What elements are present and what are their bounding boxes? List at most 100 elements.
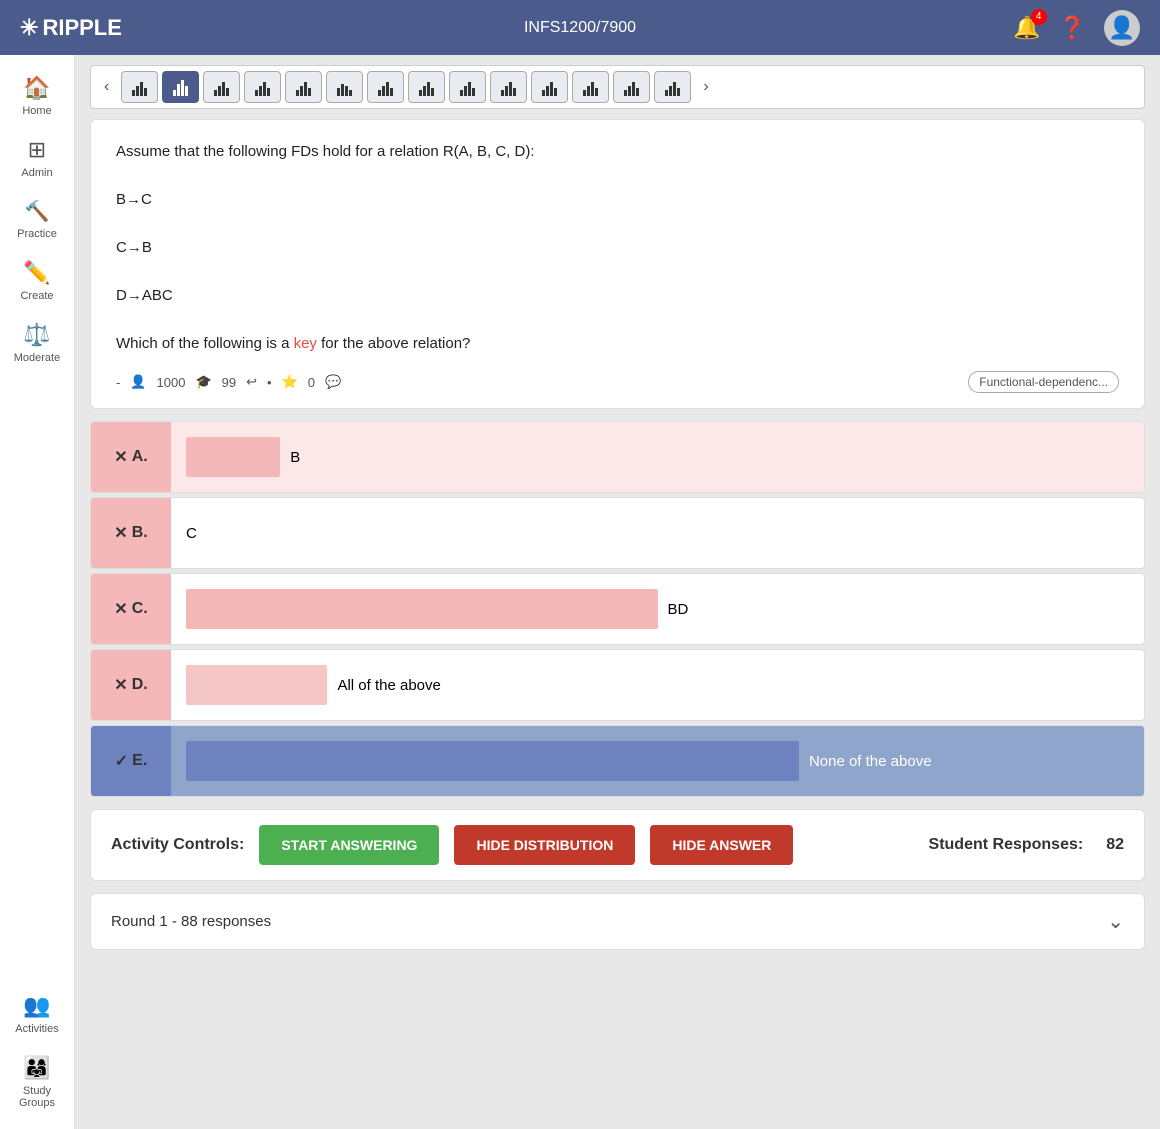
- admin-icon: ⊞: [28, 137, 46, 163]
- main-content: ‹: [75, 55, 1160, 1129]
- option-e-letter: E.: [132, 752, 147, 770]
- hide-answer-button[interactable]: HIDE ANSWER: [650, 825, 793, 865]
- sidebar-item-create-label: Create: [20, 290, 53, 302]
- sidebar-item-study-groups[interactable]: 👨‍👩‍👧 Study Groups: [0, 1045, 74, 1119]
- option-label-c: ✕ C.: [91, 574, 171, 644]
- option-c-wrong-icon: ✕: [114, 599, 127, 619]
- study-groups-icon: 👨‍👩‍👧: [23, 1055, 50, 1081]
- tab-5[interactable]: [285, 71, 322, 103]
- option-a-wrong-icon: ✕: [114, 447, 127, 467]
- help-icon[interactable]: ❓: [1059, 15, 1086, 41]
- sidebar-item-activities[interactable]: 👥 Activities: [0, 983, 74, 1045]
- star-icon: ⭐: [282, 374, 298, 390]
- student-responses-count: 82: [1106, 836, 1124, 854]
- option-content-b: C: [171, 498, 1144, 568]
- sidebar: 🏠 Home ⊞ Admin 🔨 Practice ✏️ Create ⚖️ M…: [0, 55, 75, 1129]
- option-row-a[interactable]: ✕ A. B: [90, 421, 1145, 493]
- option-c-letter: C.: [132, 600, 148, 618]
- option-row-e[interactable]: ✓ E. None of the above: [90, 725, 1145, 797]
- sidebar-item-create[interactable]: ✏️ Create: [0, 250, 74, 312]
- option-label-b: ✕ B.: [91, 498, 171, 568]
- sidebar-item-practice[interactable]: 🔨 Practice: [0, 189, 74, 250]
- meta-left: - 👤 1000 🎓 99 ↩ • ⭐ 0 💬: [116, 374, 341, 390]
- sidebar-item-practice-label: Practice: [17, 228, 57, 240]
- question-meta: - 👤 1000 🎓 99 ↩ • ⭐ 0 💬 Functional-depen…: [116, 371, 1119, 393]
- option-content-a: B: [171, 422, 1144, 492]
- option-row-c[interactable]: ✕ C. BD: [90, 573, 1145, 645]
- notification-badge: 4: [1031, 9, 1047, 25]
- tab-10[interactable]: [490, 71, 527, 103]
- option-row-b[interactable]: ✕ B. C: [90, 497, 1145, 569]
- option-d-wrong-icon: ✕: [114, 675, 127, 695]
- activities-icon: 👥: [23, 993, 50, 1019]
- hide-distribution-button[interactable]: HIDE DISTRIBUTION: [454, 825, 635, 865]
- tab-9-icon: [460, 78, 475, 96]
- tab-1-icon: [132, 78, 147, 96]
- tab-11[interactable]: [531, 71, 568, 103]
- bullet: •: [267, 375, 272, 390]
- option-label-a: ✕ A.: [91, 422, 171, 492]
- sidebar-item-study-groups-label: Study Groups: [5, 1085, 69, 1109]
- tab-7[interactable]: [367, 71, 404, 103]
- start-answering-button[interactable]: START ANSWERING: [259, 825, 439, 865]
- sidebar-item-home-label: Home: [22, 105, 51, 117]
- user-avatar[interactable]: 👤: [1104, 10, 1140, 46]
- notifications-button[interactable]: 🔔 4: [1013, 15, 1040, 41]
- round-chevron-icon: ⌄: [1107, 909, 1124, 934]
- tab-4[interactable]: [244, 71, 281, 103]
- tab-6-icon: [337, 78, 352, 96]
- option-b-wrong-icon: ✕: [114, 523, 127, 543]
- tab-7-icon: [378, 78, 393, 96]
- tab-3[interactable]: [203, 71, 240, 103]
- header-course-title: INFS1200/7900: [524, 19, 636, 37]
- tab-4-icon: [255, 78, 270, 96]
- tab-13[interactable]: [613, 71, 650, 103]
- option-d-letter: D.: [132, 676, 148, 694]
- tab-prev-button[interactable]: ‹: [96, 73, 117, 101]
- class-icon: 🎓: [195, 374, 211, 390]
- tab-next-button[interactable]: ›: [695, 73, 716, 101]
- logo: ✳ RIPPLE: [20, 15, 122, 41]
- logo-star-icon: ✳: [20, 15, 38, 41]
- tab-12-icon: [583, 78, 598, 96]
- round-section[interactable]: Round 1 - 88 responses ⌄: [90, 893, 1145, 950]
- question-intro: Assume that the following FDs hold for a…: [116, 140, 1119, 164]
- user-icon: 👤: [130, 374, 146, 390]
- question-fd3: D→ABC: [116, 284, 1119, 308]
- sidebar-item-admin-label: Admin: [21, 167, 52, 179]
- tab-12[interactable]: [572, 71, 609, 103]
- activity-controls: Activity Controls: START ANSWERING HIDE …: [90, 809, 1145, 881]
- question-tag[interactable]: Functional-dependenc...: [968, 371, 1119, 393]
- option-c-value: BD: [668, 601, 689, 618]
- tab-1[interactable]: [121, 71, 158, 103]
- option-row-d[interactable]: ✕ D. All of the above: [90, 649, 1145, 721]
- moderate-icon: ⚖️: [23, 322, 50, 348]
- tab-bar: ‹: [90, 65, 1145, 109]
- question-text: Assume that the following FDs hold for a…: [116, 140, 1119, 356]
- header-actions: 🔔 4 ❓ 👤: [1013, 10, 1140, 46]
- tab-2[interactable]: [162, 71, 199, 103]
- tab-5-icon: [296, 78, 311, 96]
- meta-stars: 0: [308, 375, 315, 390]
- meta-users: 1000: [157, 375, 186, 390]
- tab-8[interactable]: [408, 71, 445, 103]
- tab-14[interactable]: [654, 71, 691, 103]
- meta-classes: 99: [222, 375, 236, 390]
- create-icon: ✏️: [23, 260, 50, 286]
- tab-10-icon: [501, 78, 516, 96]
- option-e-bar: [186, 741, 799, 781]
- round-label: Round 1 - 88 responses: [111, 913, 271, 930]
- option-label-e: ✓ E.: [91, 726, 171, 796]
- sidebar-item-admin[interactable]: ⊞ Admin: [0, 127, 74, 189]
- sidebar-item-home[interactable]: 🏠 Home: [0, 65, 74, 127]
- tab-2-icon: [173, 78, 188, 96]
- sidebar-item-activities-label: Activities: [15, 1023, 58, 1035]
- tab-6[interactable]: [326, 71, 363, 103]
- sidebar-item-moderate[interactable]: ⚖️ Moderate: [0, 312, 74, 374]
- student-responses-label: Student Responses:: [929, 836, 1084, 854]
- tab-14-icon: [665, 78, 680, 96]
- option-a-value: B: [290, 449, 300, 466]
- tab-3-icon: [214, 78, 229, 96]
- tab-9[interactable]: [449, 71, 486, 103]
- option-b-value: C: [186, 525, 197, 542]
